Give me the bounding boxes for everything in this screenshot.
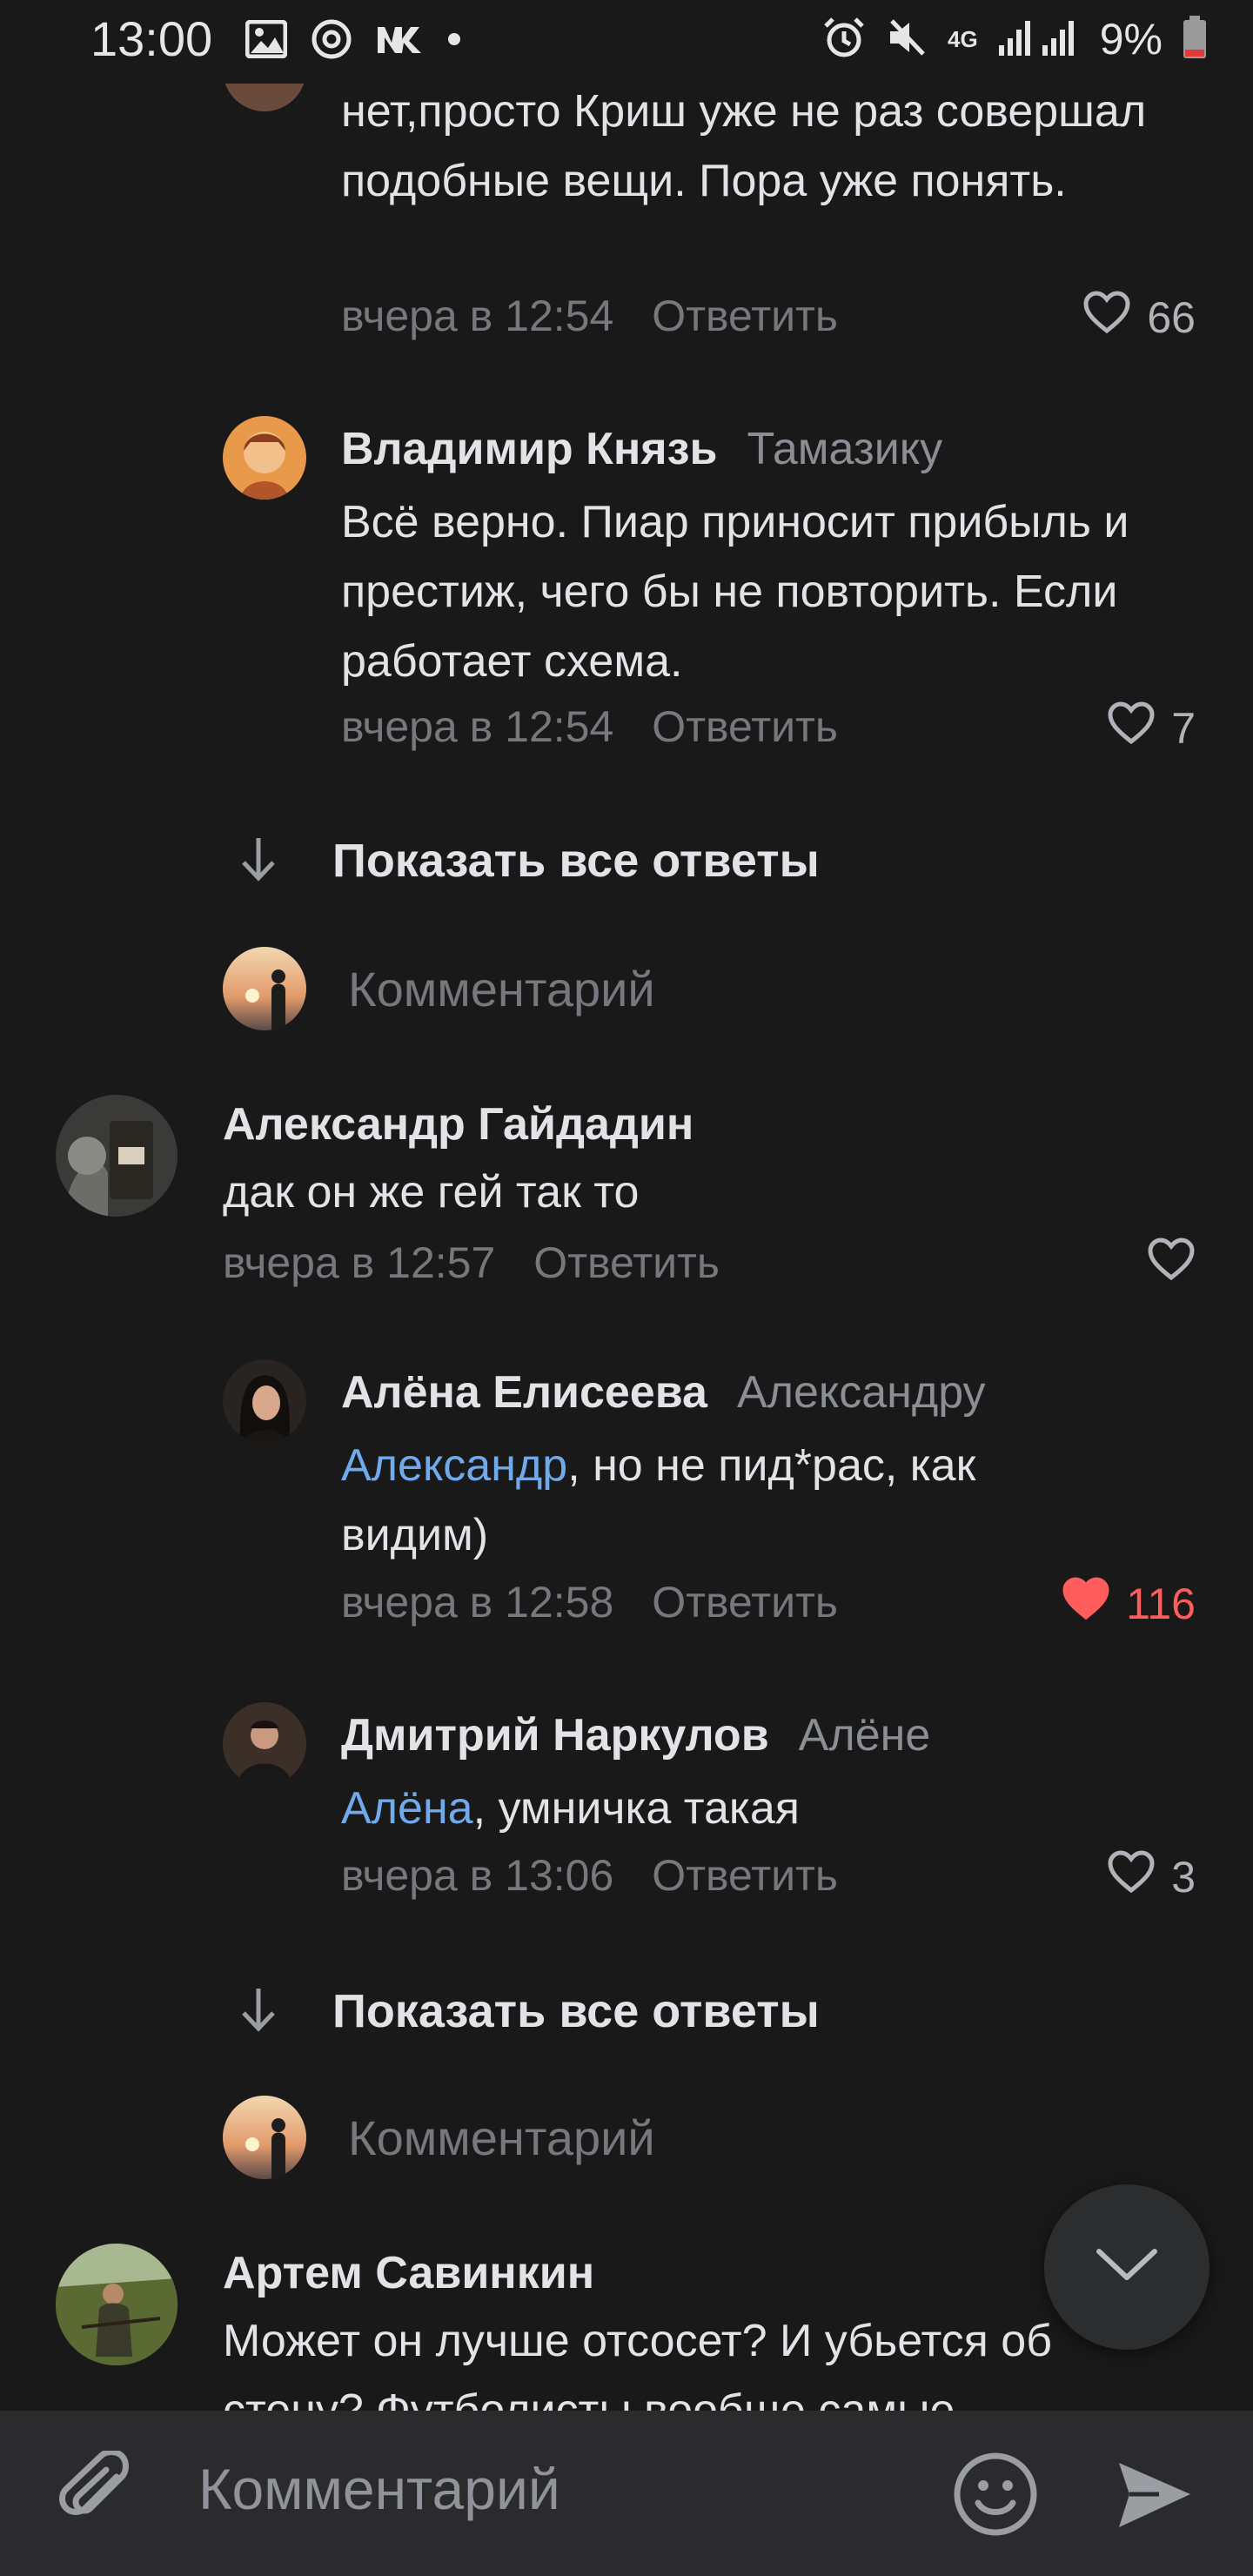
comment-author[interactable]: Александр Гайдадин xyxy=(223,1098,694,1150)
mention-link[interactable]: Алёна xyxy=(341,1783,473,1834)
send-icon[interactable] xyxy=(1116,2456,1194,2539)
show-all-replies-button[interactable]: Показать все ответы xyxy=(237,834,820,888)
comment-meta: вчера в 12:58 Ответить xyxy=(341,1577,838,1627)
like-button[interactable]: 116 xyxy=(1062,1577,1196,1631)
comment-text: Может он лучше отсосет? И убьется об сте… xyxy=(223,2316,1052,2411)
alarm-icon xyxy=(822,16,866,64)
reply-button[interactable]: Ответить xyxy=(652,1578,838,1627)
comment-author[interactable]: Владимир Князь Тамазику xyxy=(341,423,942,475)
status-bar: 13:00 4G 9% xyxy=(0,0,1253,84)
reply-button[interactable]: Ответить xyxy=(652,292,838,340)
comment-meta: вчера в 12:57 Ответить xyxy=(223,1238,720,1288)
comment-time: вчера в 12:54 xyxy=(341,292,614,340)
show-all-label: Показать все ответы xyxy=(332,835,820,887)
reply-comment-field[interactable]: Комментарий xyxy=(223,2096,655,2179)
heart-icon xyxy=(1107,701,1156,755)
mention-link[interactable]: Александр xyxy=(341,1440,567,1491)
reply-button[interactable]: Ответить xyxy=(652,702,838,751)
battery-percent: 9% xyxy=(1099,15,1163,64)
heart-icon xyxy=(1107,1850,1156,1904)
avatar[interactable] xyxy=(223,1702,306,1786)
heart-filled-icon xyxy=(1062,1577,1110,1631)
comment-time: вчера в 12:54 xyxy=(341,702,614,751)
comment-meta: вчера в 13:06 Ответить xyxy=(341,1850,838,1901)
mute-icon xyxy=(885,16,928,64)
user-avatar xyxy=(223,947,306,1030)
like-button[interactable]: 3 xyxy=(1107,1850,1196,1904)
comment-body: , умничка такая xyxy=(472,1783,800,1834)
comment-text: Всё верно. Пиар приносит прибыль и прест… xyxy=(341,497,1129,687)
comment-placeholder: Комментарий xyxy=(348,2110,655,2165)
avatar[interactable] xyxy=(56,1095,178,1217)
network-type: 4G xyxy=(948,25,978,52)
heart-icon xyxy=(1082,291,1131,345)
comment-time: вчера в 12:58 xyxy=(341,1578,614,1627)
dot-icon xyxy=(447,32,461,50)
comment-text: Алёна, умничка такая xyxy=(341,1774,1124,1843)
reply-button[interactable]: Ответить xyxy=(533,1238,720,1287)
comment-author[interactable]: Дмитрий Наркулов Алёне xyxy=(341,1709,930,1761)
image-icon xyxy=(245,19,288,63)
avatar[interactable] xyxy=(223,1359,306,1443)
sync-icon xyxy=(310,17,353,65)
emoji-icon[interactable] xyxy=(952,2451,1039,2542)
signal-icon xyxy=(997,17,1081,62)
arrow-down-icon xyxy=(237,835,280,888)
battery-icon xyxy=(1182,15,1208,64)
comment-meta: вчера в 12:54 Ответить xyxy=(341,291,838,341)
reply-to[interactable]: Александру xyxy=(737,1367,986,1418)
like-count: 7 xyxy=(1171,704,1196,753)
comment-text: дак он же гей так то xyxy=(223,1167,640,1218)
comments-feed[interactable]: нет,просто Криш уже не раз совершал подо… xyxy=(0,0,1253,2411)
comment-placeholder: Комментарий xyxy=(348,961,655,1016)
scroll-down-button[interactable] xyxy=(1044,2184,1209,2350)
author-name[interactable]: Дмитрий Наркулов xyxy=(341,1710,769,1761)
like-button[interactable]: 7 xyxy=(1107,701,1196,755)
arrow-down-icon xyxy=(237,1985,280,2038)
like-count: 3 xyxy=(1171,1853,1196,1902)
status-time: 13:00 xyxy=(90,11,213,66)
comment-meta: вчера в 12:54 Ответить xyxy=(341,701,838,752)
show-all-label: Показать все ответы xyxy=(332,1985,820,2037)
comment-author[interactable]: Артем Савинкин xyxy=(223,2247,594,2299)
author-name[interactable]: Артем Савинкин xyxy=(223,2248,594,2298)
comment-time: вчера в 12:57 xyxy=(223,1238,496,1287)
heart-icon xyxy=(1147,1238,1196,1291)
comment-text: Александр, но не пид*рас, как видим) xyxy=(341,1431,1124,1570)
comment-input[interactable]: Комментарий xyxy=(198,2456,560,2522)
reply-comment-field[interactable]: Комментарий xyxy=(223,947,655,1030)
show-all-replies-button[interactable]: Показать все ответы xyxy=(237,1984,820,2038)
chevron-down-icon xyxy=(1094,2246,1160,2289)
user-avatar xyxy=(223,2096,306,2179)
avatar[interactable] xyxy=(223,416,306,500)
author-name[interactable]: Владимир Князь xyxy=(341,424,717,474)
author-name[interactable]: Александр Гайдадин xyxy=(223,1099,694,1150)
comment-time: вчера в 13:06 xyxy=(341,1851,614,1900)
like-count: 66 xyxy=(1147,293,1196,342)
like-count: 116 xyxy=(1126,1580,1196,1628)
comment-author[interactable]: Алёна Елисеева Александру xyxy=(341,1366,986,1419)
attach-icon[interactable] xyxy=(56,2449,139,2542)
like-button[interactable]: 66 xyxy=(1082,291,1196,345)
comment-composer: Комментарий xyxy=(0,2411,1253,2576)
like-button[interactable] xyxy=(1147,1238,1196,1291)
vk-icon xyxy=(376,23,425,59)
reply-to[interactable]: Тамазику xyxy=(747,424,942,474)
author-name[interactable]: Алёна Елисеева xyxy=(341,1367,707,1418)
comment-text: нет,просто Криш уже не раз совершал подо… xyxy=(341,86,1147,206)
reply-to[interactable]: Алёне xyxy=(799,1710,931,1761)
avatar[interactable] xyxy=(56,2244,178,2365)
reply-button[interactable]: Ответить xyxy=(652,1851,838,1900)
